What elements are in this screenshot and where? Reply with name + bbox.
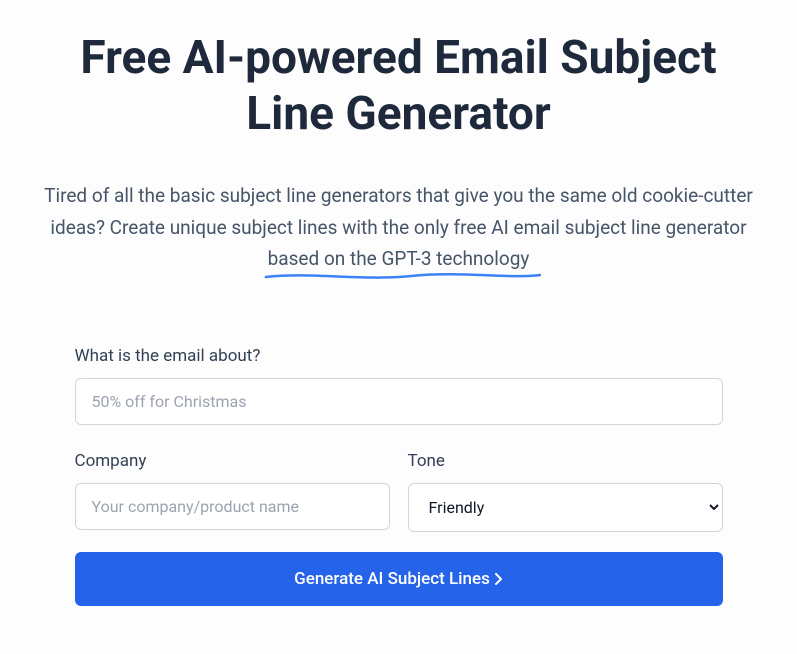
about-label: What is the email about?	[75, 346, 723, 366]
generate-button-label: Generate AI Subject Lines	[294, 569, 490, 589]
subtitle-highlight: based on the GPT-3 technology	[268, 243, 530, 274]
company-field-group: Company	[75, 451, 390, 532]
chevron-right-icon	[494, 573, 503, 585]
subtitle-text: Tired of all the basic subject line gene…	[44, 184, 753, 238]
tone-field-group: Tone Friendly	[408, 451, 723, 532]
page-subtitle: Tired of all the basic subject line gene…	[40, 180, 757, 274]
about-field-group: What is the email about?	[75, 346, 723, 425]
company-label: Company	[75, 451, 390, 471]
page-title: Free AI-powered Email Subject Line Gener…	[40, 30, 757, 142]
company-input[interactable]	[75, 483, 390, 530]
generate-button[interactable]: Generate AI Subject Lines	[75, 552, 723, 606]
underline-scribble-icon	[264, 270, 542, 284]
tone-select[interactable]: Friendly	[408, 483, 723, 532]
generator-form: What is the email about? Company Tone Fr…	[75, 346, 723, 606]
about-input[interactable]	[75, 378, 723, 425]
tone-label: Tone	[408, 451, 723, 471]
